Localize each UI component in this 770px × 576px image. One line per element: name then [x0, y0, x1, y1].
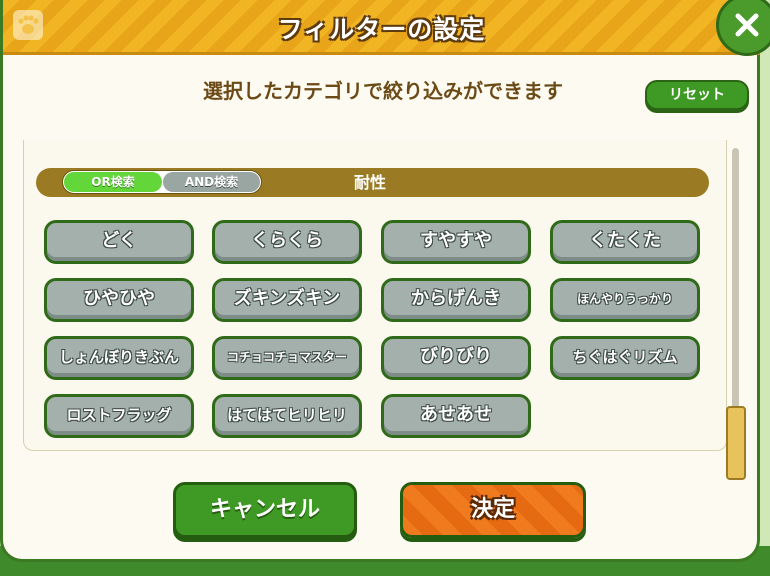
tag-button[interactable]: コチョコチョマスター — [212, 336, 362, 380]
tag-button[interactable]: ちぐはぐリズム — [550, 336, 700, 380]
tag-button[interactable]: すやすや — [381, 220, 531, 264]
and-search-option[interactable]: AND検索 — [163, 172, 260, 192]
tag-button[interactable]: ズキンズキン — [212, 278, 362, 322]
reset-button[interactable]: リセット — [645, 80, 749, 110]
tag-button[interactable]: ひやひや — [44, 278, 194, 322]
tag-button[interactable]: ほんやりうっかり — [550, 278, 700, 322]
tag-button[interactable]: からげんき — [381, 278, 531, 322]
tag-button[interactable]: ロストフラッグ — [44, 394, 194, 438]
or-search-option[interactable]: OR検索 — [64, 172, 162, 192]
tag-button[interactable]: はてはてヒリヒリ — [212, 394, 362, 438]
category-label: 耐性 — [353, 173, 386, 192]
tag-button[interactable]: しょんぼりきぶん — [44, 336, 194, 380]
dialog-header: フィルターの設定 — [3, 0, 760, 55]
close-icon — [735, 13, 759, 37]
confirm-button[interactable]: 決定 — [400, 482, 586, 538]
dialog-title: フィルターの設定 — [277, 15, 486, 44]
tag-button[interactable]: びりびり — [381, 336, 531, 380]
tag-button[interactable]: どく — [44, 220, 194, 264]
tag-button[interactable]: くたくた — [550, 220, 700, 264]
scrollbar-thumb[interactable] — [726, 406, 746, 480]
tag-button[interactable]: くらくら — [212, 220, 362, 264]
instruction-text: 選択したカテゴリで絞り込みができます — [203, 79, 563, 103]
cancel-button[interactable]: キャンセル — [173, 482, 357, 538]
tag-button[interactable]: あせあせ — [381, 394, 531, 438]
